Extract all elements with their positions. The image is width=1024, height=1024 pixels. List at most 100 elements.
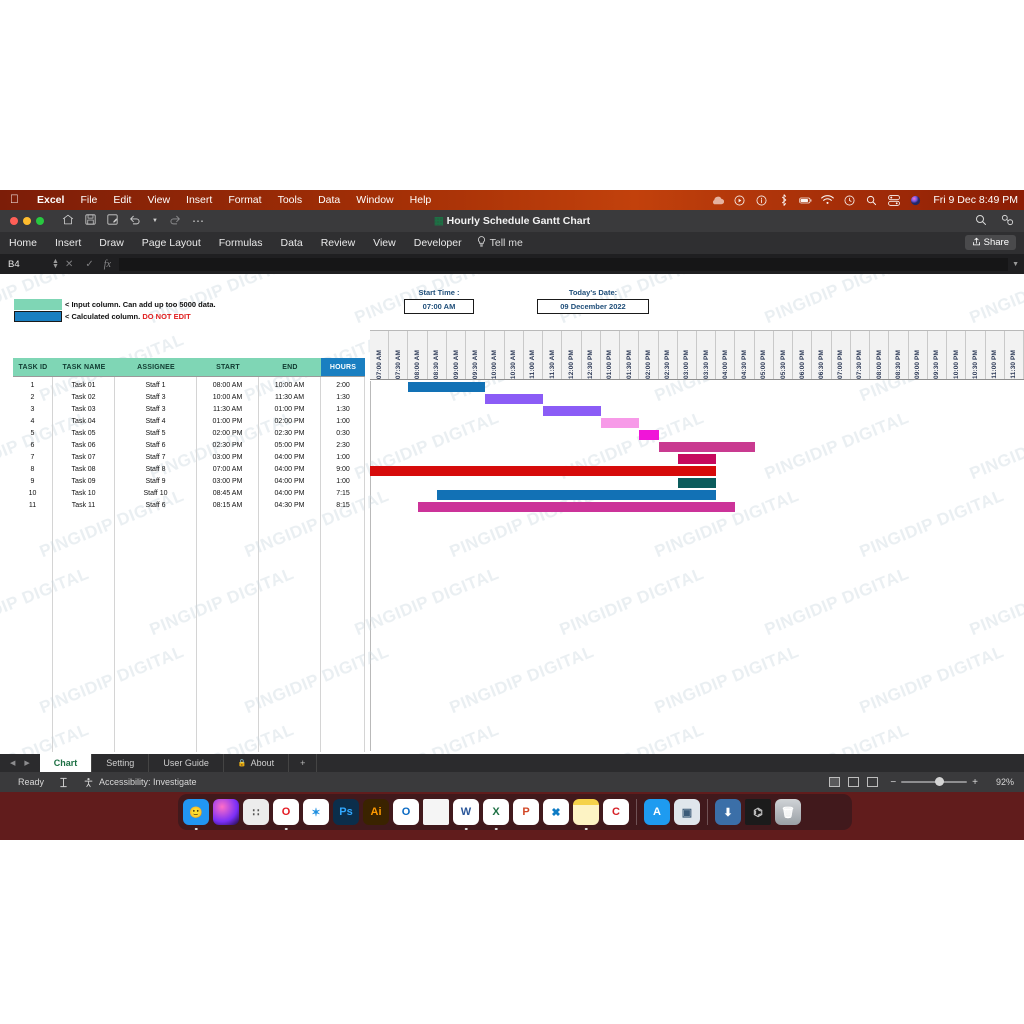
cell-start[interactable]: 02:00 PM [197,427,259,439]
cell-task-name[interactable]: Task 09 [53,475,115,487]
menu-item-tools[interactable]: Tools [270,194,311,206]
cell-task-name[interactable]: Task 01 [53,379,115,391]
normal-view-icon[interactable] [829,777,841,787]
dock-icon-powerpoint[interactable]: P [513,799,539,825]
cell-task-id[interactable]: 8 [13,463,53,475]
cell-hours[interactable]: 1:00 [321,451,365,463]
tell-me-box[interactable]: Tell me [471,236,523,250]
cell-task-id[interactable]: 3 [13,403,53,415]
table-row[interactable]: 7 Task 07 Staff 7 03:00 PM 04:00 PM 1:00 [13,451,365,463]
gantt-bar[interactable] [370,466,717,476]
table-row[interactable]: 6 Task 06 Staff 6 02:30 PM 05:00 PM 2:30 [13,439,365,451]
cell-start[interactable]: 10:00 AM [197,391,259,403]
name-box-stepper[interactable]: ▲ ▼ [52,258,59,270]
cell-assignee[interactable]: Staff 7 [115,451,197,463]
cell-assignee[interactable]: Staff 1 [115,379,197,391]
cloud-icon[interactable] [711,194,725,207]
cell-end[interactable]: 04:00 PM [259,487,321,499]
gantt-bar[interactable] [658,442,755,452]
tab-draw[interactable]: Draw [90,237,133,249]
tab-insert[interactable]: Insert [46,237,90,249]
menu-item-help[interactable]: Help [402,194,440,206]
menu-item-view[interactable]: View [139,194,178,206]
menu-item-window[interactable]: Window [348,194,401,206]
cell-end[interactable]: 10:00 AM [259,379,321,391]
search-icon[interactable] [975,214,987,229]
sheet-tab-about[interactable]: 🔒 About [224,754,290,772]
next-sheet-icon[interactable]: ▶ [24,759,29,767]
siri-icon[interactable] [909,194,922,207]
cell-assignee[interactable]: Staff 4 [115,415,197,427]
cell-task-id[interactable]: 6 [13,439,53,451]
tab-developer[interactable]: Developer [405,237,471,249]
cell-end[interactable]: 04:00 PM [259,451,321,463]
menu-item-format[interactable]: Format [220,194,269,206]
cell-task-id[interactable]: 11 [13,499,53,511]
cell-task-name[interactable]: Task 06 [53,439,115,451]
cell-task-name[interactable]: Task 07 [53,451,115,463]
battery-icon[interactable] [799,194,812,207]
more-icon[interactable]: ⋯ [192,214,205,228]
cell-task-id[interactable]: 1 [13,379,53,391]
table-row[interactable]: 10 Task 10 Staff 10 08:45 AM 04:00 PM 7:15 [13,487,365,499]
cell-hours[interactable]: 1:30 [321,391,365,403]
undo-icon[interactable] [129,214,141,228]
cancel-icon[interactable]: ✕ [59,259,79,270]
fx-icon[interactable]: fx [100,259,119,270]
minimize-window-button[interactable] [23,217,31,225]
cell-start[interactable]: 03:00 PM [197,451,259,463]
cell-task-name[interactable]: Task 04 [53,415,115,427]
cell-hours[interactable]: 1:00 [321,415,365,427]
dock-icon-illustrator[interactable]: Ai [363,799,389,825]
gantt-bar[interactable] [600,418,640,428]
cell-assignee[interactable]: Staff 8 [115,463,197,475]
save-as-icon[interactable] [107,214,118,228]
accessibility-icon[interactable] [69,777,94,788]
menu-item-insert[interactable]: Insert [178,194,220,206]
close-window-button[interactable] [10,217,18,225]
menu-app-name[interactable]: Excel [29,194,72,206]
cell-assignee[interactable]: Staff 3 [115,391,197,403]
tab-view[interactable]: View [364,237,405,249]
cell-task-id[interactable]: 2 [13,391,53,403]
dock-icon-downloads-stack[interactable]: ⬇ [715,799,741,825]
maximize-window-button[interactable] [36,217,44,225]
formula-input[interactable] [118,257,1008,271]
cell-end[interactable]: 02:00 PM [259,415,321,427]
table-row[interactable]: 2 Task 02 Staff 3 10:00 AM 11:30 AM 1:30 [13,391,365,403]
cell-start[interactable]: 07:00 AM [197,463,259,475]
gantt-bar[interactable] [543,406,601,416]
zoom-out-button[interactable]: − [890,777,896,788]
redo-icon[interactable] [169,214,181,228]
gantt-bar[interactable] [677,454,717,464]
dock-icon-safari[interactable]: ✶ [303,799,329,825]
cell-end[interactable]: 04:30 PM [259,499,321,511]
cell-end[interactable]: 01:00 PM [259,403,321,415]
cell-end[interactable]: 04:00 PM [259,475,321,487]
chevron-down-icon[interactable]: ▼ [152,218,158,224]
control-center-icon[interactable] [887,194,900,207]
cell-task-id[interactable]: 10 [13,487,53,499]
table-row[interactable]: 8 Task 08 Staff 8 07:00 AM 04:00 PM 9:00 [13,463,365,475]
sheet-tab-setting[interactable]: Setting [92,754,150,772]
cell-start[interactable]: 08:45 AM [197,487,259,499]
dock-icon-siri[interactable] [213,799,239,825]
selection-icon[interactable] [44,777,69,788]
column-header-hours[interactable]: HOURS [321,358,365,376]
cell-start[interactable]: 01:00 PM [197,415,259,427]
cell-end[interactable]: 04:00 PM [259,463,321,475]
column-header-task-id[interactable]: TASK ID [13,358,53,376]
cell-start[interactable]: 02:30 PM [197,439,259,451]
status-accessibility-text[interactable]: Accessibility: Investigate [94,777,197,787]
page-break-icon[interactable] [867,777,879,787]
page-layout-icon[interactable] [848,777,860,787]
spreadsheet-canvas[interactable]: PINGIDIP DIGITALPINGIDIP DIGITALPINGIDIP… [0,274,1024,754]
zoom-track[interactable] [901,777,968,786]
column-header-end[interactable]: END [259,358,321,376]
add-sheet-button[interactable]: + [289,754,318,772]
cell-assignee[interactable]: Staff 6 [115,439,197,451]
column-header-task-name[interactable]: TASK NAME [53,358,115,376]
dock-icon-opera[interactable]: O [273,799,299,830]
dock-icon-outlook[interactable]: O [393,799,419,825]
menu-item-edit[interactable]: Edit [105,194,139,206]
